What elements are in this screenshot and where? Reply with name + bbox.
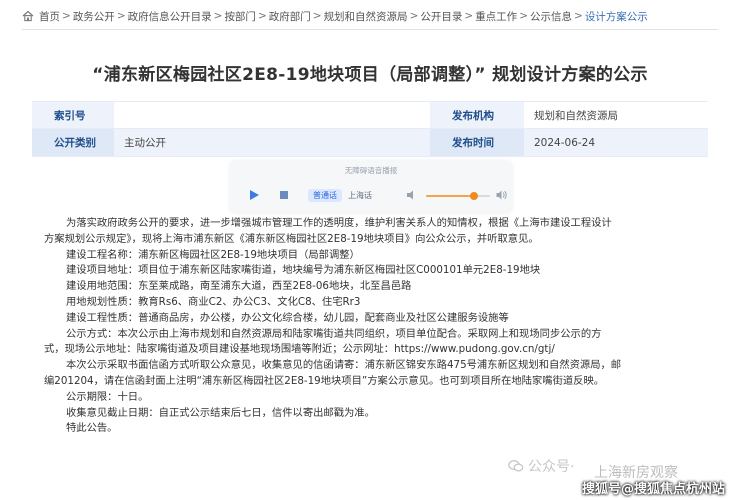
header-divider	[22, 29, 718, 30]
notice-method-line: 公示方式：本次公示由上海市规划和自然资源局和陆家嘴街道共同组织，项目单位配合。采…	[66, 327, 602, 340]
date-label: 发布时间	[430, 129, 524, 156]
audio-player: 无障碍语音播报 普通话 上海话	[230, 161, 512, 213]
volume-low-icon[interactable]	[406, 189, 418, 201]
breadcrumb-item-by-department[interactable]: 按部门	[224, 9, 256, 24]
project-address-line: 建设项目地址：项目位于浦东新区陆家嘴街道，地块编号为浦东新区梅园社区C00010…	[66, 264, 541, 277]
voice-option-shanghainese[interactable]: 上海话	[348, 190, 372, 201]
player-label: 无障碍语音播报	[344, 166, 398, 175]
breadcrumb-item-public-directory[interactable]: 公开目录	[420, 9, 462, 24]
volume-high-icon[interactable]	[496, 189, 508, 201]
breadcrumb-separator: >	[116, 10, 126, 22]
publisher-value: 规划和自然资源局	[534, 109, 618, 122]
body-paragraph: 方案规划公示规定》，现将上海市浦东新区《浦东新区梅园社区2E8-19地块项目》向…	[44, 232, 539, 245]
project-nature-line: 建设工程性质：普通商品房，办公楼，办公文化综合楼，幼儿园，配套商业及社区公建服务…	[66, 311, 509, 324]
breadcrumb-item-key-work[interactable]: 重点工作	[475, 9, 517, 24]
category-label: 公开类别	[32, 129, 114, 156]
breadcrumb-separator: >	[464, 10, 474, 22]
breadcrumb-separator: >	[519, 10, 528, 22]
stop-icon[interactable]	[278, 189, 290, 201]
notice-method-line-cont: 式，现场公示地址：陆家嘴街道及项目建设基地现场围墙等附近；公示网址：https:…	[44, 343, 555, 356]
page-title: “浦东新区梅园社区2E8-19地块项目（局部调整）” 规划设计方案的公示	[92, 65, 648, 85]
index-value	[114, 102, 430, 128]
breadcrumb-separator: >	[257, 10, 267, 22]
breadcrumb-separator: >	[62, 10, 71, 22]
body-paragraph: 为落实政府政务公开的要求，进一步增强城市管理工作的透明度，维护利害关系人的知情权…	[66, 217, 612, 229]
breadcrumb-item-info-directory[interactable]: 政府信息公开目录	[128, 9, 212, 24]
voice-option-mandarin[interactable]: 普通话	[308, 189, 342, 202]
watermark-wechat: 公众号·	[508, 456, 574, 476]
home-icon[interactable]	[22, 10, 34, 22]
feedback-line-cont: 编201204，请在信函封面上注明“浦东新区梅园社区2E8-19地块项目”方案公…	[44, 374, 605, 387]
breadcrumb-item-gov-affairs[interactable]: 政务公开	[73, 9, 115, 24]
wechat-icon	[508, 460, 524, 472]
breadcrumb-separator: >	[213, 10, 223, 22]
voice-selector: 普通话 上海话	[308, 189, 372, 202]
breadcrumb-item-gov-departments[interactable]: 政府部门	[269, 9, 311, 24]
volume-slider-knob[interactable]	[470, 192, 478, 200]
breadcrumb: 首页 > 政务公开 > 政府信息公开目录 > 按部门 > 政府部门 > 规划和自…	[22, 8, 648, 24]
meta-row-category: 公开类别 主动公开 发布时间 2024-06-24	[32, 129, 708, 157]
land-boundary-line: 建设用地范围：东至莱成路，南至浦东大道，西至2E8-06地块，北至昌邑路	[66, 280, 412, 293]
breadcrumb-item-planning-bureau[interactable]: 规划和自然资源局	[324, 9, 408, 24]
breadcrumb-separator: >	[574, 10, 583, 22]
breadcrumb-item-home[interactable]: 首页	[39, 9, 60, 24]
breadcrumb-item-design-notice[interactable]: 设计方案公示	[585, 9, 648, 24]
volume-slider[interactable]	[426, 192, 490, 200]
publisher-label: 发布机构	[430, 102, 524, 128]
closing-line: 特此公告。	[66, 422, 118, 435]
breadcrumb-separator: >	[312, 10, 322, 22]
volume-slider-fill	[426, 195, 474, 197]
breadcrumb-separator: >	[409, 10, 419, 22]
deadline-line: 收集意见截止日期：自正式公示结束后七日，信件以寄出邮戳为准。	[66, 406, 375, 419]
play-icon[interactable]	[248, 189, 260, 201]
meta-row-index: 索引号 发布机构 规划和自然资源局	[32, 101, 708, 129]
date-value: 2024-06-24	[534, 136, 596, 149]
land-use-line: 用地规划性质：教育Rs6、商业C2、办公C3、文化C8、住宅Rr3	[66, 295, 361, 308]
watermark-sohu: 搜狐号@搜狐焦点杭州站	[582, 482, 726, 497]
watermark-text-1: 公众号·	[528, 459, 575, 475]
notice-period-line: 公示期限：十日。	[66, 390, 149, 403]
index-label: 索引号	[32, 102, 114, 128]
project-name-line: 建设工程名称：浦东新区梅园社区2E8-19地块项目（局部调整）	[66, 248, 360, 261]
category-value: 主动公开	[124, 137, 166, 149]
breadcrumb-item-public-notices[interactable]: 公示信息	[530, 9, 572, 24]
feedback-line: 本次公示采取书面信函方式听取公众意见，收集意见的信函请寄：浦东新区锦安东路475…	[66, 359, 622, 372]
notice-body: 为落实政府政务公开的要求，进一步增强城市管理工作的透明度，维护利害关系人的知情权…	[44, 216, 704, 437]
